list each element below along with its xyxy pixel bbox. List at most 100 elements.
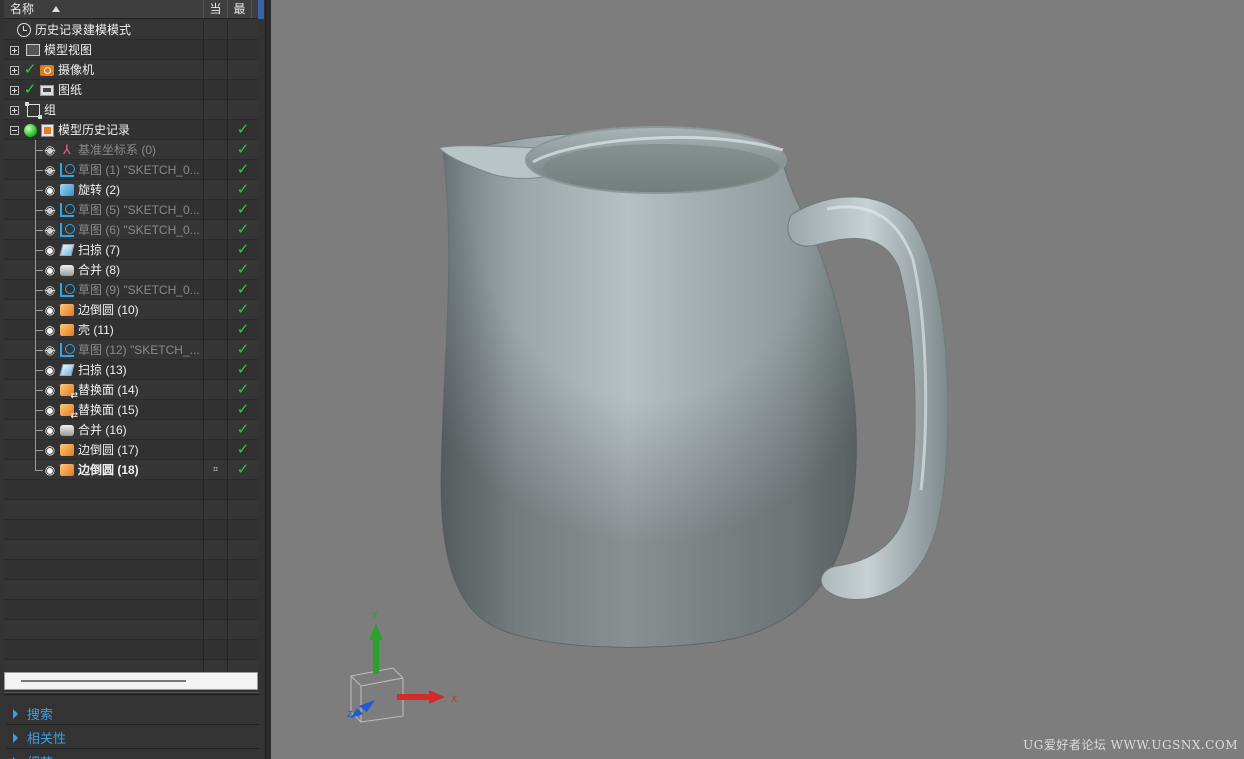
feature-row[interactable]: ◉ 草图 (9) "SKETCH_0... ✓	[4, 280, 258, 300]
up-to-date-check-icon: ✓	[236, 121, 250, 138]
tree-node-model-views[interactable]: 模型视图	[4, 40, 258, 60]
column-header-current[interactable]: 当	[204, 0, 228, 18]
navigator-tree[interactable]: 历史记录建模模式 模型视图 ✓ 摄像机 ✓ 图纸 组 模型历史记录 ✓ ◉ ⅄ …	[4, 20, 258, 672]
checkmark-icon[interactable]: ✓	[22, 82, 38, 98]
column-header-name[interactable]: 名称	[4, 0, 204, 18]
node-label: 模型历史记录	[58, 123, 131, 137]
scrollbar-thumb[interactable]	[21, 680, 186, 682]
up-to-date-check-icon: ✓	[236, 221, 250, 238]
expand-icon[interactable]	[10, 85, 19, 95]
y-axis-label: Y	[371, 611, 378, 621]
node-label: 图纸	[58, 83, 83, 97]
visible-eye-icon[interactable]: ◉	[42, 262, 58, 278]
tree-node-model-history[interactable]: 模型历史记录 ✓	[4, 120, 258, 140]
visible-eye-icon[interactable]: ◉	[42, 362, 58, 378]
feature-row[interactable]: ◉ 替换面 (14) ✓	[4, 380, 258, 401]
unite-icon	[59, 262, 75, 278]
node-label: 草图 (9) "SKETCH_0...	[78, 283, 200, 297]
checkmark-icon[interactable]: ✓	[22, 62, 38, 78]
tree-node-drawings[interactable]: ✓ 图纸	[4, 80, 258, 100]
panel-splitter[interactable]	[4, 692, 259, 695]
node-label: 合并 (8)	[78, 263, 121, 277]
feature-row[interactable]: ◉ 扫掠 (7) ✓	[4, 240, 258, 260]
hidden-eye-icon[interactable]: ◉	[42, 222, 58, 238]
feature-row[interactable]: ◉ 旋转 (2) ✓	[4, 180, 258, 200]
section-dependencies[interactable]: 相关性	[6, 727, 259, 749]
hidden-eye-icon[interactable]: ◉	[42, 202, 58, 218]
feature-row[interactable]: ◉ 草图 (1) "SKETCH_0... ✓	[4, 160, 258, 180]
visible-eye-icon[interactable]: ◉	[42, 402, 58, 418]
expand-icon[interactable]	[10, 45, 19, 55]
up-to-date-check-icon: ✓	[236, 281, 250, 298]
up-to-date-check-icon: ✓	[236, 381, 250, 398]
node-label: 替换面 (15)	[78, 403, 139, 417]
node-label: 旋转 (2)	[78, 183, 121, 197]
up-to-date-check-icon: ✓	[236, 241, 250, 258]
expand-arrow-icon	[13, 708, 18, 719]
group-icon	[24, 101, 42, 119]
feature-row[interactable]: ◉ 草图 (5) "SKETCH_0... ✓	[4, 200, 258, 220]
feature-row[interactable]: ◉ 边倒圆 (10) ✓	[4, 300, 258, 320]
empty-row	[4, 480, 258, 500]
up-to-date-check-icon: ✓	[236, 421, 250, 438]
swept-icon	[59, 242, 75, 258]
node-label: 草图 (5) "SKETCH_0...	[78, 203, 200, 217]
node-label: 草图 (1) "SKETCH_0...	[78, 163, 200, 177]
feature-row[interactable]: ◉ 壳 (11) ✓	[4, 320, 258, 340]
hidden-eye-icon[interactable]: ◉	[42, 342, 58, 358]
feature-row[interactable]: ◉ 合并 (8) ✓	[4, 260, 258, 280]
graphics-window[interactable]: Y X Z UG爱好者论坛 WWW.UGSNX.COM	[271, 0, 1244, 759]
shell-icon	[59, 322, 75, 338]
up-to-date-check-icon: ✓	[236, 301, 250, 318]
empty-row	[4, 520, 258, 540]
column-header-latest[interactable]: 最	[228, 0, 252, 18]
visible-eye-icon[interactable]: ◉	[42, 242, 58, 258]
jug-body[interactable]	[438, 126, 858, 648]
node-label: 合并 (16)	[78, 423, 127, 437]
visible-eye-icon[interactable]: ◉	[42, 422, 58, 438]
feature-row[interactable]: ◉ 边倒圆 (17) ✓	[4, 440, 258, 460]
feature-row-current[interactable]: ◉ 边倒圆 (18) ⌗ ✓	[4, 460, 258, 480]
feature-row[interactable]: ◉ 替换面 (15) ✓	[4, 400, 258, 421]
hidden-eye-icon[interactable]: ◉	[42, 162, 58, 178]
horizontal-scrollbar[interactable]	[4, 672, 258, 690]
node-label: 边倒圆 (18)	[78, 463, 139, 477]
empty-row	[4, 660, 258, 672]
up-to-date-check-icon: ✓	[236, 201, 250, 218]
visible-eye-icon[interactable]: ◉	[42, 182, 58, 198]
feature-row[interactable]: ◉ 草图 (12) "SKETCH_... ✓	[4, 340, 258, 360]
expand-icon[interactable]	[10, 65, 19, 75]
visible-eye-icon[interactable]: ◉	[42, 462, 58, 478]
visible-eye-icon[interactable]: ◉	[42, 442, 58, 458]
node-label: 边倒圆 (10)	[78, 303, 139, 317]
expand-icon[interactable]	[10, 105, 19, 115]
tree-node-cameras[interactable]: ✓ 摄像机	[4, 60, 258, 80]
section-details[interactable]: 细节	[6, 751, 259, 759]
nx-window: 名称 当 最 历史记录建模模式 模型视图 ✓ 摄像机 ✓ 图纸 组 模型历史记录…	[0, 0, 1244, 759]
tree-node-groups[interactable]: 组	[4, 100, 258, 120]
model-history-icon	[39, 122, 55, 138]
up-to-date-check-icon: ✓	[236, 141, 250, 158]
feature-row[interactable]: ◉ 扫掠 (13) ✓	[4, 360, 258, 380]
visible-eye-icon[interactable]: ◉	[42, 322, 58, 338]
feature-row[interactable]: ◉ 合并 (16) ✓	[4, 420, 258, 440]
hidden-eye-icon[interactable]: ◉	[42, 142, 58, 158]
visible-eye-icon[interactable]: ◉	[42, 382, 58, 398]
hidden-eye-icon[interactable]: ◉	[42, 282, 58, 298]
model-render[interactable]: Y X Z	[271, 0, 1244, 759]
replace-face-icon	[59, 382, 78, 401]
collapse-icon[interactable]	[10, 125, 19, 135]
feature-row[interactable]: ◉ ⅄ 基准坐标系 (0) ✓	[4, 140, 258, 160]
up-to-date-check-icon: ✓	[236, 181, 250, 198]
up-to-date-check-icon: ✓	[236, 401, 250, 418]
camera-icon	[39, 62, 55, 78]
tree-node-history-mode[interactable]: 历史记录建模模式	[4, 20, 258, 40]
empty-row	[4, 620, 258, 640]
up-to-date-check-icon: ✓	[236, 161, 250, 178]
section-search[interactable]: 搜索	[6, 703, 259, 725]
drawing-icon	[39, 82, 55, 98]
datum-csys-icon: ⅄	[63, 142, 71, 157]
visible-eye-icon[interactable]: ◉	[42, 302, 58, 318]
x-axis-arrow	[397, 694, 431, 700]
feature-row[interactable]: ◉ 草图 (6) "SKETCH_0... ✓	[4, 220, 258, 240]
